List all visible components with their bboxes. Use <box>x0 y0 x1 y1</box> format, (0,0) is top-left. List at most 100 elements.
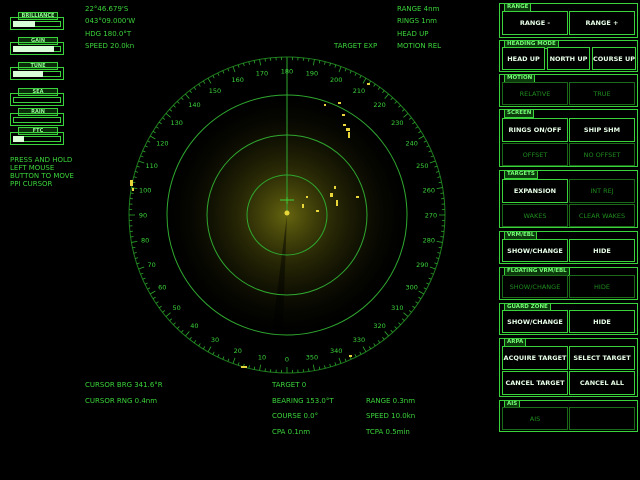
bearing-tick <box>423 287 427 290</box>
instruction-line: LEFT MOUSE <box>10 164 55 172</box>
bearing-tick <box>136 165 140 168</box>
bearing-tick <box>131 241 138 243</box>
rings-toggle-button[interactable]: RINGS ON/OFF <box>502 118 568 142</box>
guard-zone-show-change-button[interactable]: SHOW/CHANGE <box>502 310 568 333</box>
expansion-button[interactable]: EXPANSION <box>502 179 568 203</box>
cursor-range: CURSOR RNG 0.4nm <box>85 397 158 405</box>
int-rej-button[interactable]: INT REJ <box>569 179 635 203</box>
gauge-sea[interactable]: SEA <box>10 88 64 108</box>
range-minus-button[interactable]: RANGE - <box>502 11 568 35</box>
bearing-tick <box>418 135 425 140</box>
bearing-tick <box>437 252 441 254</box>
north-up-button[interactable]: NORTH UP <box>547 47 590 70</box>
bearing-tick <box>435 257 439 259</box>
bearing-tick <box>382 90 385 94</box>
bearing-tick <box>173 104 176 108</box>
range-plus-button[interactable]: RANGE + <box>569 11 635 35</box>
radar-ppi[interactable]: 180 1902002102202302402502602702802903003… <box>120 48 455 383</box>
bearing-tick <box>428 277 432 280</box>
bearing-tick <box>334 64 337 68</box>
cancel-target-button[interactable]: CANCEL TARGET <box>502 371 568 395</box>
gauge-tune[interactable]: TUNE <box>10 62 64 82</box>
bearing-tick <box>198 343 201 347</box>
bearing-tick <box>140 272 144 275</box>
bearing-label: 230 <box>391 119 403 127</box>
bearing-tick <box>259 364 261 371</box>
bearing-tick <box>189 336 192 340</box>
bearing-label: 10 <box>258 353 266 361</box>
bearing-tick <box>373 343 376 347</box>
bearing-tick <box>193 340 197 344</box>
bearing-tick <box>354 354 357 358</box>
bearing-tick <box>189 90 192 94</box>
bearing-tick <box>202 346 206 350</box>
bearing-tick <box>438 181 442 184</box>
bearing-tick <box>384 93 389 99</box>
bearing-tick <box>437 176 441 178</box>
ais-button[interactable]: AIS <box>502 407 568 430</box>
cancel-all-button[interactable]: CANCEL ALL <box>569 371 635 395</box>
bearing-tick <box>198 83 201 87</box>
gauge-ftc[interactable]: FTC <box>10 127 64 147</box>
bearing-tick <box>384 331 389 337</box>
bearing-tick <box>423 140 427 143</box>
panel-range: RANGE RANGE - RANGE + <box>499 3 638 38</box>
clear-wakes-button[interactable]: CLEAR WAKES <box>569 204 635 227</box>
floating-hide-button[interactable]: HIDE <box>569 275 635 298</box>
gauge-frame <box>10 132 64 145</box>
target-range: RANGE 0.3nm <box>366 397 416 405</box>
panel-vrm-ebl: VRM/EBL SHOW/CHANGE HIDE <box>499 231 638 264</box>
relative-button[interactable]: RELATIVE <box>502 82 568 105</box>
bearing-tick <box>138 266 145 270</box>
bearing-tick <box>438 246 442 249</box>
bearing-tick <box>382 336 385 340</box>
bearing-tick <box>429 160 436 164</box>
floating-show-change-button[interactable]: SHOW/CHANGE <box>502 275 568 298</box>
acquire-target-button[interactable]: ACQUIRE TARGET <box>502 346 568 370</box>
bearing-tick <box>436 187 443 189</box>
bearing-tick <box>144 145 148 148</box>
bearing-tick <box>318 366 321 370</box>
bearing-tick <box>136 262 140 265</box>
bearing-label: 310 <box>391 304 403 312</box>
bearing-tick <box>155 126 159 129</box>
gauge-gain[interactable]: GAIN <box>10 37 64 57</box>
target-speed: SPEED 10.0kn <box>366 412 416 420</box>
bearing-tick <box>158 121 162 125</box>
bearing-tick <box>149 290 156 295</box>
bearing-tick <box>362 77 367 84</box>
bearing-label: 240 <box>405 140 417 148</box>
target-bearing: BEARING 153.0°T <box>272 397 334 405</box>
gauge-rain[interactable]: RAIN <box>10 108 64 128</box>
ship-shm-button[interactable]: SHIP SHM <box>569 118 635 142</box>
offset-button[interactable]: OFFSET <box>502 143 568 166</box>
true-motion-button[interactable]: TRUE <box>569 82 635 105</box>
bearing-tick <box>418 130 422 134</box>
select-target-button[interactable]: SELECT TARGET <box>569 346 635 370</box>
bearing-tick <box>162 117 166 120</box>
bearing-tick <box>212 351 215 355</box>
head-up-button[interactable]: HEAD UP <box>502 47 545 70</box>
bearing-tick <box>176 101 180 104</box>
course-up-button[interactable]: COURSE UP <box>592 47 636 70</box>
bearing-tick <box>394 326 398 329</box>
panel-motion: MOTION RELATIVE TRUE <box>499 74 638 107</box>
gauge-frame <box>10 113 64 126</box>
no-offset-button[interactable]: NO OFFSET <box>569 143 635 166</box>
guard-zone-hide-button[interactable]: HIDE <box>569 310 635 333</box>
bearing-tick <box>329 63 331 67</box>
status-head-up: HEAD UP <box>397 30 429 38</box>
bearing-tick <box>313 364 315 371</box>
vrm-ebl-hide-button[interactable]: HIDE <box>569 239 635 262</box>
nav-heading: HDG 180.0°T <box>85 30 132 38</box>
bearing-label: 150 <box>209 87 221 95</box>
bearing-tick <box>147 287 151 290</box>
gauge-brilliance[interactable]: BRILLIANCE <box>10 12 64 32</box>
bearing-label: 120 <box>156 140 168 148</box>
wakes-button[interactable]: WAKES <box>502 204 568 227</box>
bearing-tick <box>344 358 347 362</box>
bearing-tick <box>349 356 352 360</box>
bearing-label: 270 <box>425 212 437 220</box>
vrm-ebl-show-change-button[interactable]: SHOW/CHANGE <box>502 239 568 262</box>
gauge-frame <box>10 17 64 30</box>
